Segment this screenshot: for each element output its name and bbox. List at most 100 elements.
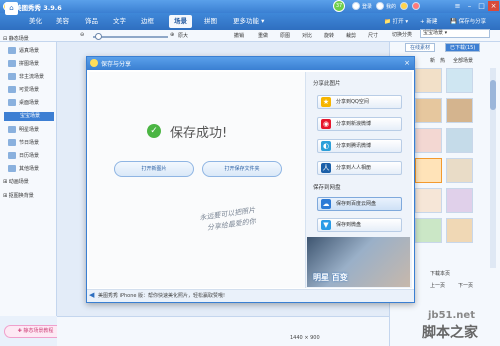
realistic-icon: [8, 47, 16, 54]
app-title: 美图秀秀 3.9.6: [15, 4, 62, 12]
open-button[interactable]: 📁 打开 ▾: [384, 17, 408, 25]
category-festival[interactable]: 节日场景: [8, 139, 39, 146]
sina-weibo-icon: ◉: [321, 119, 331, 129]
redo-button[interactable]: 重做: [258, 32, 268, 39]
dialog-main-area: [89, 72, 305, 288]
crop-button[interactable]: 裁剪: [346, 32, 356, 39]
tab-online-materials[interactable]: 在线素材: [405, 43, 436, 52]
tab-collage[interactable]: 拼图: [199, 15, 222, 28]
category-realistic[interactable]: 逼真场景: [8, 47, 39, 54]
baidu-cloud-icon: ☁: [321, 199, 331, 209]
category-other[interactable]: 其他场景: [8, 165, 39, 172]
account-icon[interactable]: [376, 2, 384, 10]
maximize-button[interactable]: □: [476, 1, 487, 11]
material-scrollbar-thumb[interactable]: [490, 80, 496, 110]
tab-text[interactable]: 文字: [108, 15, 131, 28]
user-icon[interactable]: [352, 2, 360, 10]
share-tencent-weibo-button[interactable]: ◐ 分享到腾讯微博: [317, 139, 402, 153]
zoom-slider-handle[interactable]: [95, 33, 102, 40]
minimize-button[interactable]: –: [464, 1, 475, 11]
tab-frame[interactable]: 边框: [136, 15, 159, 28]
cutout-background-heading[interactable]: ⊞ 抠图换背景: [3, 192, 34, 199]
scene-thumbnail[interactable]: [415, 218, 442, 243]
level-badge[interactable]: 37: [333, 0, 345, 12]
share-qzone-button[interactable]: ★ 分享到QQ空间: [317, 95, 402, 109]
tab-accessories[interactable]: 饰品: [80, 15, 103, 28]
filter-new[interactable]: 新: [430, 57, 435, 64]
compare-button[interactable]: 对比: [302, 32, 312, 39]
static-scene-heading[interactable]: ⊟ 静态场景: [3, 35, 29, 42]
my-link[interactable]: 我的: [386, 3, 396, 10]
category-label: 非主流场景: [19, 74, 45, 80]
original-image-button[interactable]: 原图: [280, 32, 290, 39]
filter-all-scenes[interactable]: 全部场景: [453, 57, 473, 64]
share-renren-button[interactable]: 人分享到人人相册: [317, 161, 402, 175]
menu-button[interactable]: ≡: [452, 1, 463, 11]
category-select[interactable]: 宝宝场景 ▾: [420, 29, 490, 38]
share-sina-weibo-button[interactable]: ◉ 分享到新浪微博: [317, 117, 402, 131]
tab-beauty[interactable]: 美容: [51, 15, 74, 28]
category-calendar[interactable]: 日历场景: [8, 152, 39, 159]
cloud-label: 保存到百度云网盘: [336, 201, 377, 207]
scene-thumbnail[interactable]: [446, 98, 473, 123]
category-desktop[interactable]: 桌面场景: [8, 99, 39, 106]
scene-thumbnail[interactable]: [446, 128, 473, 153]
save-success-message: 保存成功!: [170, 126, 228, 141]
tutorial-label: 静态场景教程: [23, 328, 54, 334]
share-heading: 分享此图片: [313, 81, 341, 87]
tab-more-functions[interactable]: 更多功能 ▾: [228, 15, 269, 28]
scene-thumbnail[interactable]: [446, 68, 473, 93]
scene-thumbnail[interactable]: [446, 158, 473, 183]
filter-hot[interactable]: 热: [440, 57, 445, 64]
dialog-close-icon[interactable]: ×: [402, 58, 412, 68]
scene-thumbnail[interactable]: [415, 158, 442, 183]
category-label: 宝宝场景: [20, 113, 41, 119]
animated-scene-heading[interactable]: ⊞ 动画场景: [3, 178, 29, 185]
login-link[interactable]: 登录: [362, 3, 372, 10]
scene-thumbnail[interactable]: [415, 188, 442, 213]
tab-beautify[interactable]: 美化: [24, 15, 47, 28]
tab-downloaded[interactable]: 已下载(15): [445, 43, 481, 52]
scene-thumbnail[interactable]: [446, 188, 473, 213]
dialog-logo-icon: [90, 59, 98, 67]
category-baby[interactable]: 宝宝场景: [4, 112, 54, 121]
festival-icon: [8, 139, 16, 146]
scene-thumbnail[interactable]: [446, 218, 473, 243]
home-icon[interactable]: ⌂: [5, 2, 18, 15]
category-collage[interactable]: 拼图场景: [8, 60, 39, 67]
undo-button[interactable]: 撤销: [234, 32, 244, 39]
category-switch-label: 切换分类: [392, 32, 413, 38]
collage-icon: [8, 60, 16, 67]
success-check-icon: ✓: [147, 124, 161, 138]
original-size-button[interactable]: 原大: [178, 32, 188, 39]
category-cute[interactable]: 可爱场景: [8, 86, 39, 93]
save-share-button[interactable]: 💾 保存与分享: [450, 17, 486, 25]
scene-thumbnail[interactable]: [415, 128, 442, 153]
zoom-in-icon[interactable]: ⊕: [170, 32, 174, 38]
cute-icon: [8, 86, 16, 93]
zoom-out-icon[interactable]: ⊖: [80, 32, 84, 38]
skin-icon[interactable]: [400, 2, 408, 10]
save-weipan-button[interactable]: ▼ 保存到微盘: [317, 218, 402, 232]
category-star[interactable]: 明星场景: [8, 126, 39, 133]
open-new-image-button[interactable]: 打开新图片: [114, 161, 194, 177]
scene-thumbnail[interactable]: [415, 68, 442, 93]
close-button[interactable]: ×: [488, 1, 499, 11]
rotate-button[interactable]: 旋转: [324, 32, 334, 39]
open-save-folder-button[interactable]: 打开保存文件夹: [202, 161, 282, 177]
category-alternative[interactable]: 非主流场景: [8, 73, 44, 80]
zoom-slider-track[interactable]: [93, 36, 168, 38]
new-button[interactable]: + 新建: [420, 17, 437, 25]
previous-page-button[interactable]: 上一页: [430, 282, 445, 289]
size-button[interactable]: 尺寸: [368, 32, 378, 39]
download-page-button[interactable]: 下载本页: [430, 270, 450, 277]
new-label: 新建: [426, 19, 438, 25]
message-icon[interactable]: [412, 2, 420, 10]
promo-footer-link[interactable]: 美图秀秀 iPhone 版：帮你快速美化照片，轻松赢取赞哦!: [98, 292, 225, 299]
tab-scene[interactable]: 场景: [169, 15, 192, 28]
next-page-button[interactable]: 下一页: [458, 282, 473, 289]
animated-scene-label: 动画场景: [8, 179, 29, 185]
save-baidu-cloud-button[interactable]: ☁ 保存到百度云网盘: [317, 197, 402, 211]
scene-thumbnail[interactable]: [415, 98, 442, 123]
static-scene-label: 静态场景: [8, 36, 29, 42]
